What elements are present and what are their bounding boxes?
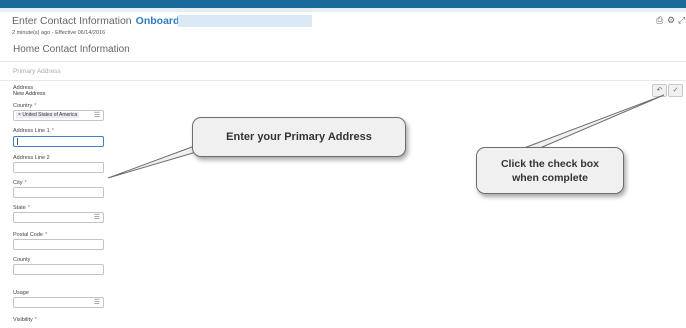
required-marker: * xyxy=(34,103,37,109)
address-value: New Address xyxy=(13,91,46,97)
visibility-label: Visibility * xyxy=(13,317,37,323)
list-icon[interactable]: ☰ xyxy=(94,298,100,307)
top-bar-underline xyxy=(0,8,686,12)
check-box-pointer xyxy=(523,94,665,149)
cancel-button[interactable]: ↶ xyxy=(652,84,667,97)
print-icon[interactable]: ⎙ xyxy=(656,15,663,25)
required-marker: * xyxy=(44,232,48,238)
state-label: State * xyxy=(13,205,30,211)
postal-code-label: Postal Code * xyxy=(13,232,47,238)
check-box-callout-line2: when complete xyxy=(512,172,588,184)
required-marker: * xyxy=(34,317,37,323)
check-box-callout: Click the check box when complete xyxy=(476,147,624,194)
visibility-label-text: Visibility xyxy=(13,317,33,323)
city-label: City * xyxy=(13,180,27,186)
expand-icon[interactable]: ⤢ xyxy=(678,15,685,25)
country-label-text: Country xyxy=(13,103,33,109)
text-caret xyxy=(17,138,18,145)
required-marker: * xyxy=(27,205,30,211)
state-select[interactable]: ☰ xyxy=(13,212,104,223)
redacted-name xyxy=(178,15,312,27)
city-input[interactable] xyxy=(13,187,104,198)
checkmark-icon: ✓ xyxy=(672,87,679,94)
country-label: Country * xyxy=(13,103,36,109)
primary-address-subtitle: Primary Address xyxy=(13,68,61,75)
address-line-1-input[interactable] xyxy=(13,136,104,147)
county-label: County xyxy=(13,257,31,263)
effective-date-meta: 2 minute(s) ago - Effective 06/14/2016 xyxy=(12,30,106,36)
city-label-text: City xyxy=(13,180,23,186)
required-marker: * xyxy=(24,180,27,186)
county-input[interactable] xyxy=(13,264,104,275)
divider xyxy=(0,80,686,81)
usage-select[interactable]: ☰ xyxy=(13,297,104,308)
list-icon[interactable]: ☰ xyxy=(94,213,100,222)
country-select[interactable]: × United States of America ☰ xyxy=(13,110,104,121)
divider xyxy=(0,61,686,62)
address-line-1-label: Address Line 1 * xyxy=(13,128,54,134)
address-line-2-label: Address Line 2 xyxy=(13,155,50,161)
page-title-text: Enter Contact Information xyxy=(12,15,132,27)
required-marker: * xyxy=(51,128,54,134)
submit-button[interactable]: ✓ xyxy=(668,84,683,97)
primary-address-callout: Enter your Primary Address xyxy=(192,117,406,157)
postal-code-input[interactable] xyxy=(13,239,104,250)
usage-label: Usage xyxy=(13,290,29,296)
country-selected-pill[interactable]: × United States of America xyxy=(16,112,80,118)
top-bar xyxy=(0,0,686,8)
undo-icon: ↶ xyxy=(656,87,663,94)
check-box-callout-line1: Click the check box xyxy=(500,158,600,170)
gear-icon[interactable]: ⚙ xyxy=(667,15,675,25)
state-label-text: State xyxy=(13,205,26,211)
country-value: United States of America xyxy=(22,112,78,118)
address-line-1-label-text: Address Line 1 xyxy=(13,128,50,134)
address-line-2-input[interactable] xyxy=(13,162,104,173)
postal-code-label-text: Postal Code xyxy=(13,232,43,238)
section-title: Home Contact Information xyxy=(13,44,130,55)
list-icon[interactable]: ☰ xyxy=(94,111,100,120)
